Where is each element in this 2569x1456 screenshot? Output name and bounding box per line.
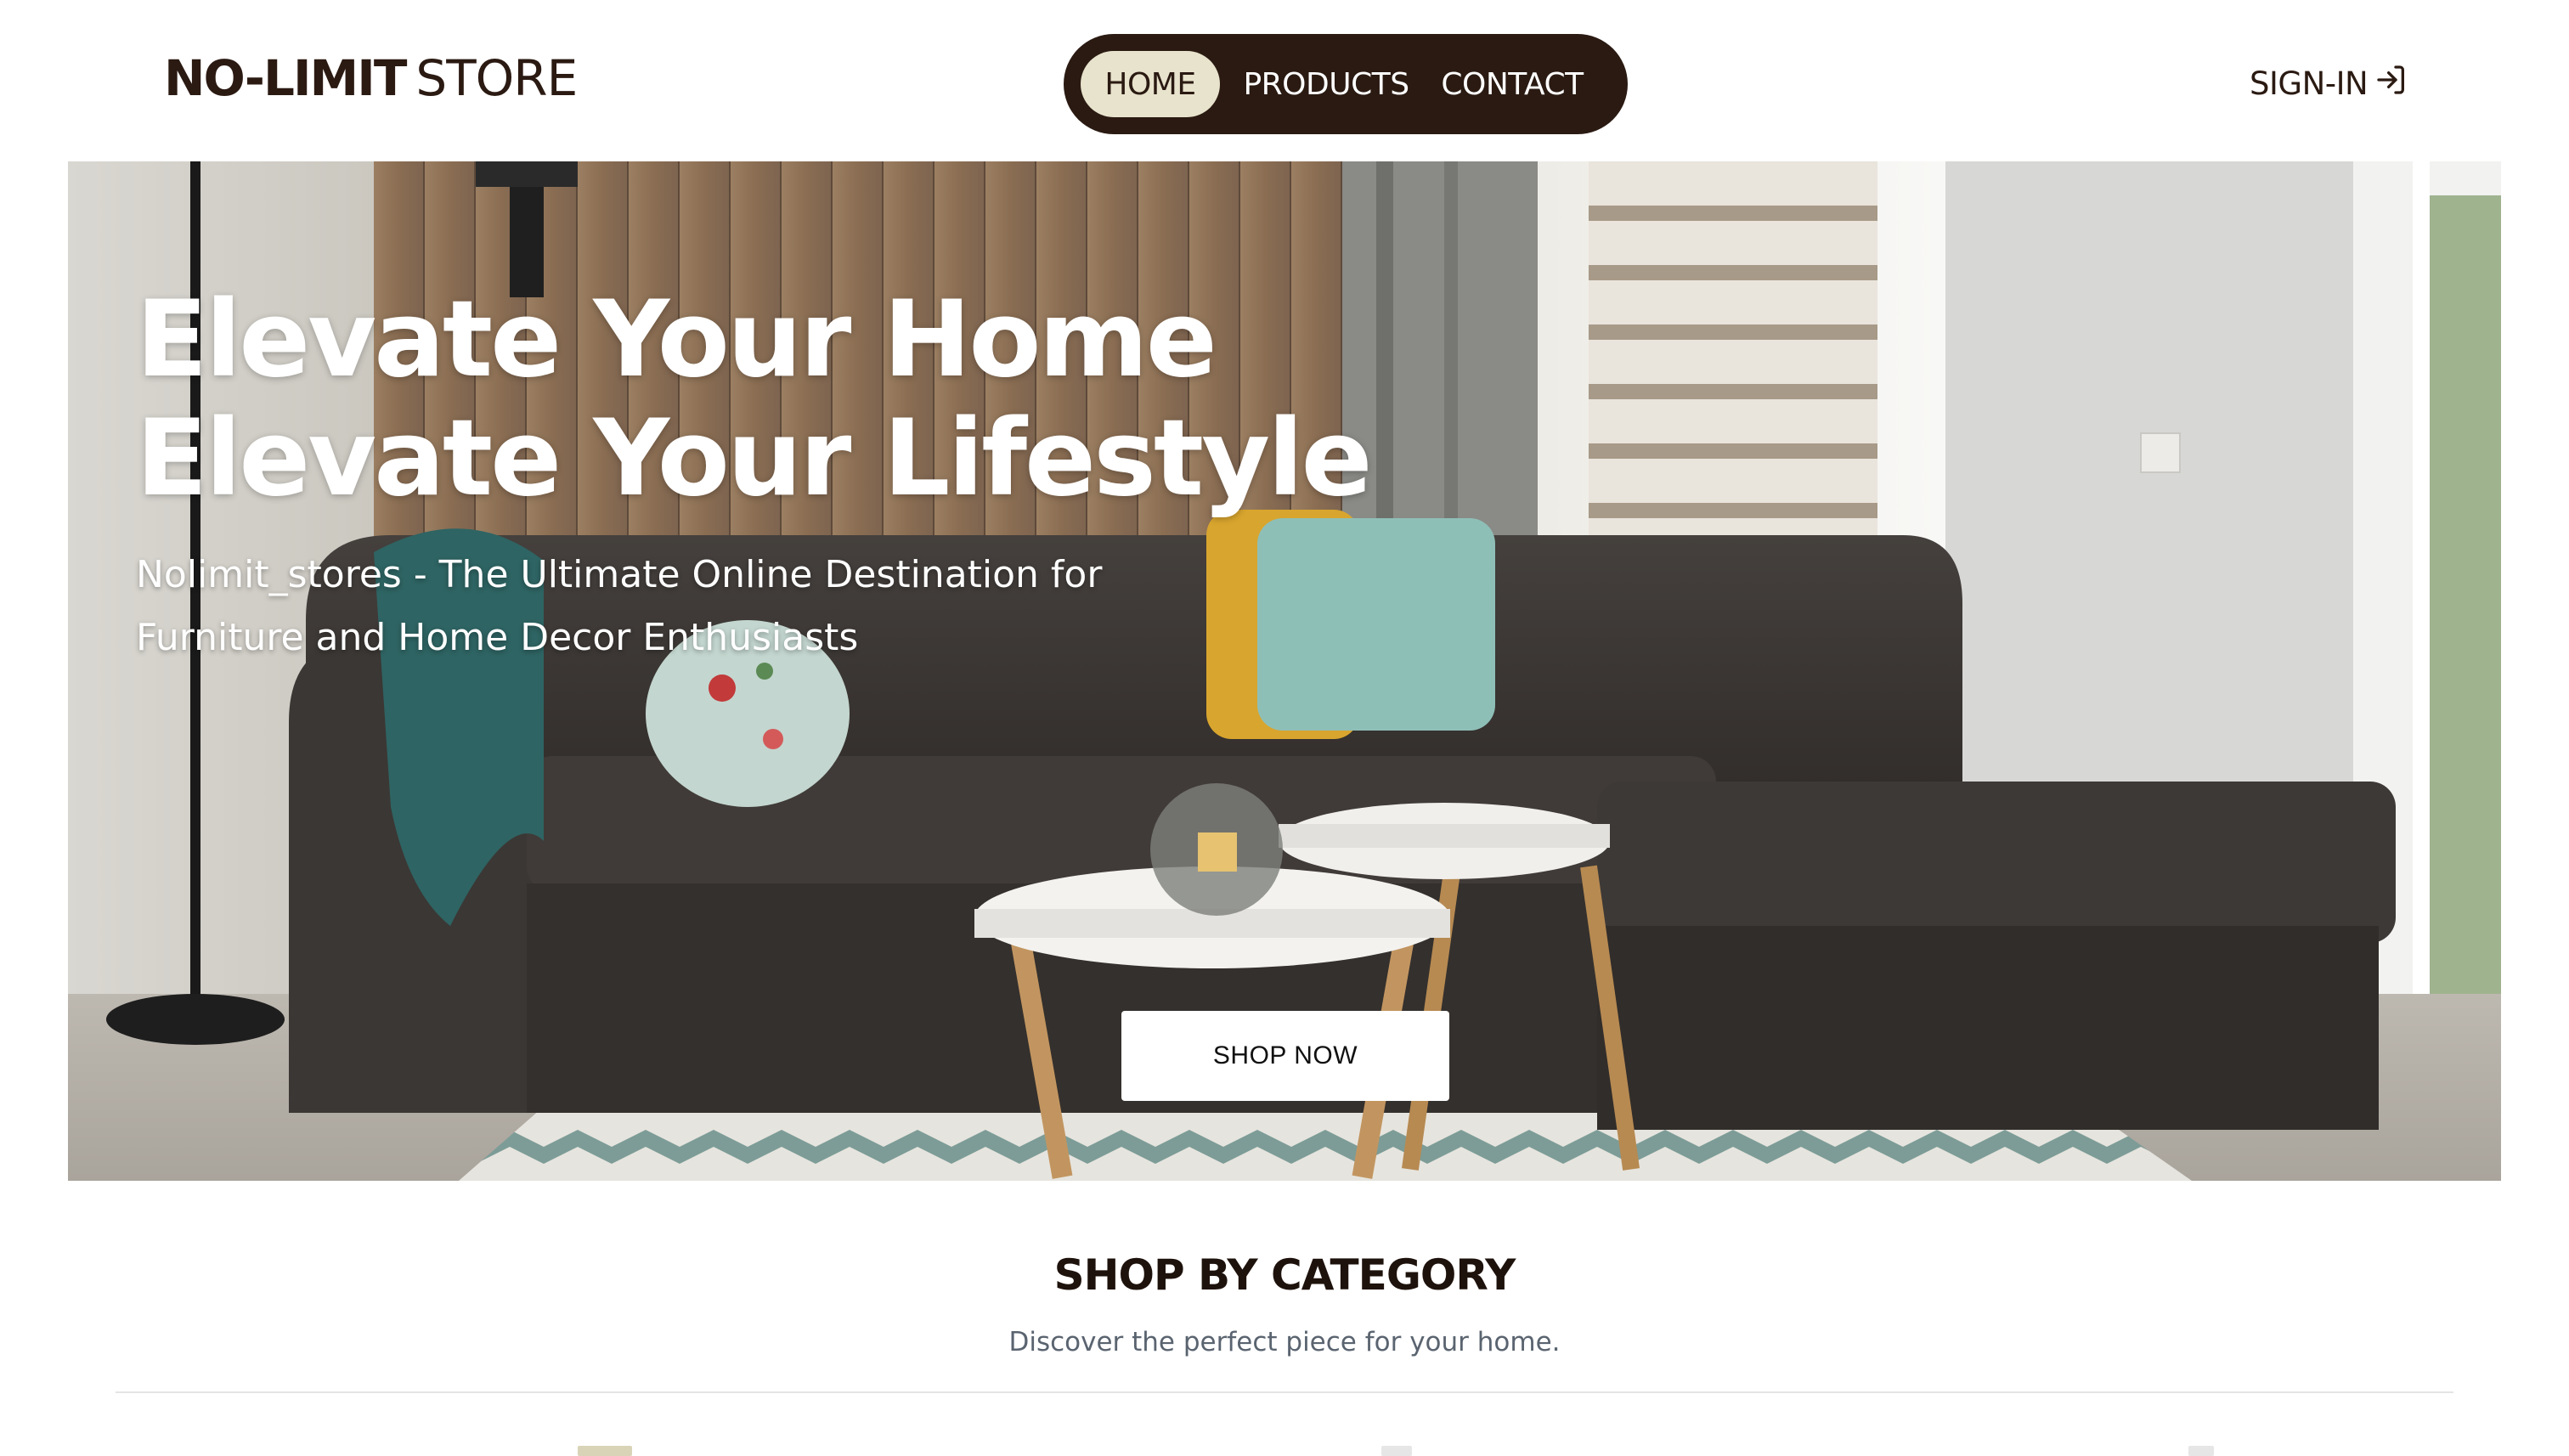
shop-by-category-section: SHOP BY CATEGORY Discover the perfect pi…: [0, 1181, 2569, 1456]
hero-title: Elevate Your Home Elevate Your Lifestyle: [136, 280, 1750, 518]
signin-label: SIGN-IN: [2250, 65, 2369, 102]
hero-title-line2: Elevate Your Lifestyle: [136, 398, 1373, 520]
nav-home[interactable]: HOME: [1081, 51, 1220, 117]
site-header: NO-LIMIT STORE HOME PRODUCTS CONTACT SIG…: [0, 0, 2569, 161]
category-card-3-peek: [2188, 1446, 2214, 1456]
signin-link[interactable]: SIGN-IN: [2250, 59, 2408, 107]
hero-banner: Elevate Your Home Elevate Your Lifestyle…: [68, 161, 2501, 1181]
sign-in-icon: [2374, 63, 2408, 104]
logo-bold-text: NO-LIMIT: [164, 49, 407, 107]
main-nav: HOME PRODUCTS CONTACT: [1064, 34, 1628, 134]
shop-now-button[interactable]: SHOP NOW: [1121, 1011, 1449, 1101]
section-divider: [116, 1391, 2453, 1393]
nav-contact[interactable]: CONTACT: [1436, 51, 1589, 117]
category-title: SHOP BY CATEGORY: [1053, 1250, 1516, 1300]
category-card-1-peek: [578, 1446, 632, 1456]
logo-light-text: STORE: [415, 49, 578, 107]
hero-subtitle: Nolimit_stores - The Ultimate Online Des…: [136, 553, 1103, 659]
nav-products[interactable]: PRODUCTS: [1243, 51, 1409, 117]
category-subtitle: Discover the perfect piece for your home…: [1008, 1327, 1561, 1357]
category-card-2-peek: [1381, 1446, 1412, 1456]
store-logo[interactable]: NO-LIMIT STORE: [164, 49, 578, 117]
hero-title-line1: Elevate Your Home: [136, 279, 1217, 401]
